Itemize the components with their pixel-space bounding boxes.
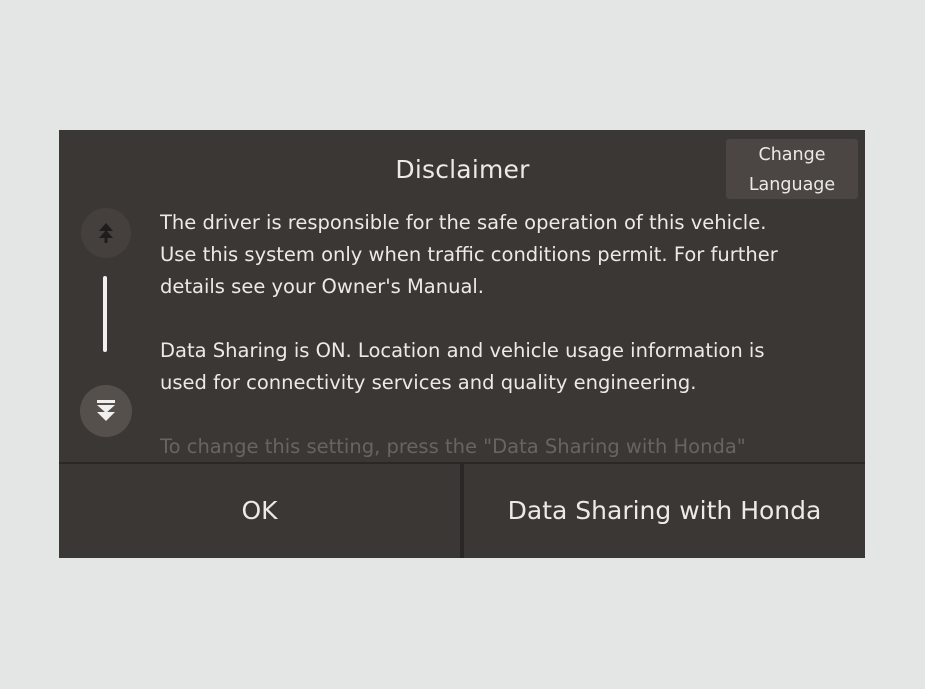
scroll-down-button[interactable] (80, 385, 132, 437)
scroll-up-button[interactable] (81, 208, 131, 258)
text-line: Use this system only when traffic condit… (160, 243, 778, 266)
change-language-button[interactable]: Change Language (726, 139, 858, 199)
double-chevron-up-icon (99, 223, 113, 243)
paragraph-change-setting: To change this setting, press the "Data … (160, 431, 840, 462)
text-line: details see your Owner's Manual. (160, 275, 485, 298)
paragraph-driver-responsibility: The driver is responsible for the safe o… (160, 207, 840, 303)
paragraph-data-sharing: Data Sharing is ON. Location and vehicle… (160, 335, 840, 399)
data-sharing-button[interactable]: Data Sharing with Honda (464, 464, 865, 558)
text-line: To change this setting, press the "Data … (160, 435, 746, 458)
change-language-label-line1: Change (758, 145, 826, 165)
text-line: Data Sharing is ON. Location and vehicle… (160, 339, 765, 362)
text-line: used for connectivity services and quali… (160, 371, 697, 394)
change-language-label-line2: Language (748, 175, 836, 195)
scroll-bar[interactable] (103, 276, 107, 352)
text-line: The driver is responsible for the safe o… (160, 211, 767, 234)
ok-button[interactable]: OK (59, 464, 460, 558)
disclaimer-text: The driver is responsible for the safe o… (160, 207, 840, 462)
double-chevron-down-icon (97, 400, 115, 421)
